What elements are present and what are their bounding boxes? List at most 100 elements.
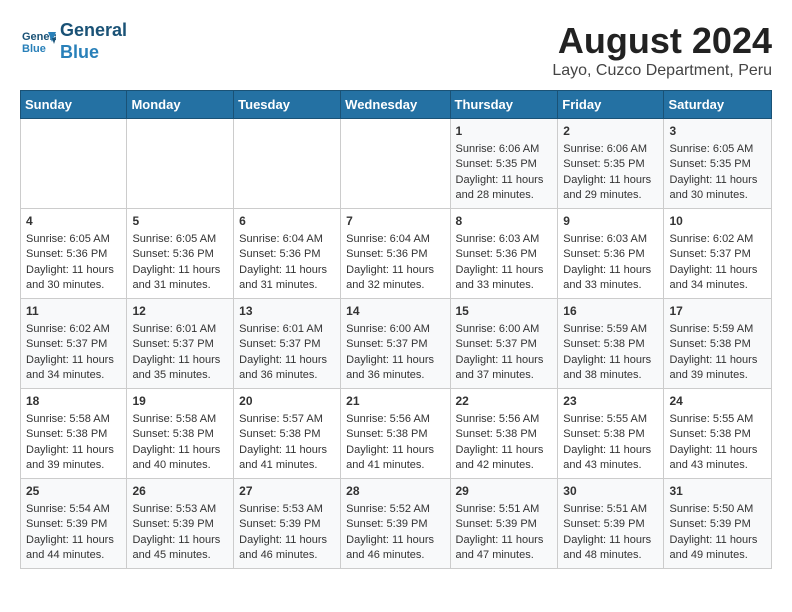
day-number: 23 <box>563 393 658 410</box>
day-info: Sunset: 5:37 PM <box>239 337 335 352</box>
day-info: Daylight: 11 hours <box>669 443 766 458</box>
day-info: Daylight: 11 hours <box>26 443 121 458</box>
day-info: and 43 minutes. <box>669 458 766 473</box>
day-info: Sunrise: 6:01 AM <box>239 322 335 337</box>
day-number: 1 <box>456 123 553 140</box>
day-number: 26 <box>132 483 228 500</box>
day-number: 13 <box>239 303 335 320</box>
day-info: Sunset: 5:39 PM <box>346 517 444 532</box>
day-info: Daylight: 11 hours <box>346 263 444 278</box>
day-info: and 30 minutes. <box>26 278 121 293</box>
calendar-cell: 26Sunrise: 5:53 AMSunset: 5:39 PMDayligh… <box>127 479 234 569</box>
day-info: and 36 minutes. <box>239 368 335 383</box>
day-info: Sunset: 5:37 PM <box>26 337 121 352</box>
day-number: 5 <box>132 213 228 230</box>
calendar-cell: 12Sunrise: 6:01 AMSunset: 5:37 PMDayligh… <box>127 299 234 389</box>
day-info: and 31 minutes. <box>132 278 228 293</box>
day-info: Daylight: 11 hours <box>26 353 121 368</box>
calendar-week-row: 11Sunrise: 6:02 AMSunset: 5:37 PMDayligh… <box>21 299 772 389</box>
day-info: Sunset: 5:38 PM <box>239 427 335 442</box>
day-number: 31 <box>669 483 766 500</box>
day-header-thursday: Thursday <box>450 91 558 119</box>
calendar-header-row: SundayMondayTuesdayWednesdayThursdayFrid… <box>21 91 772 119</box>
calendar-cell: 22Sunrise: 5:56 AMSunset: 5:38 PMDayligh… <box>450 389 558 479</box>
day-info: and 34 minutes. <box>669 278 766 293</box>
day-info: Sunrise: 6:00 AM <box>346 322 444 337</box>
day-info: and 39 minutes. <box>26 458 121 473</box>
day-info: Sunrise: 5:55 AM <box>669 412 766 427</box>
calendar-table: SundayMondayTuesdayWednesdayThursdayFrid… <box>20 90 772 569</box>
day-info: Daylight: 11 hours <box>346 533 444 548</box>
day-info: Sunset: 5:35 PM <box>669 157 766 172</box>
calendar-cell: 16Sunrise: 5:59 AMSunset: 5:38 PMDayligh… <box>558 299 664 389</box>
day-info: Daylight: 11 hours <box>563 263 658 278</box>
day-info: and 28 minutes. <box>456 188 553 203</box>
calendar-cell: 13Sunrise: 6:01 AMSunset: 5:37 PMDayligh… <box>234 299 341 389</box>
calendar-cell: 17Sunrise: 5:59 AMSunset: 5:38 PMDayligh… <box>664 299 772 389</box>
day-info: Daylight: 11 hours <box>132 353 228 368</box>
page-header: General Blue General Blue August 2024 La… <box>20 20 772 80</box>
day-info: Daylight: 11 hours <box>669 533 766 548</box>
day-info: Sunrise: 6:00 AM <box>456 322 553 337</box>
calendar-cell: 19Sunrise: 5:58 AMSunset: 5:38 PMDayligh… <box>127 389 234 479</box>
calendar-cell: 7Sunrise: 6:04 AMSunset: 5:36 PMDaylight… <box>341 209 450 299</box>
day-info: Sunset: 5:37 PM <box>456 337 553 352</box>
day-info: and 43 minutes. <box>563 458 658 473</box>
calendar-cell: 8Sunrise: 6:03 AMSunset: 5:36 PMDaylight… <box>450 209 558 299</box>
day-number: 30 <box>563 483 658 500</box>
day-info: and 36 minutes. <box>346 368 444 383</box>
day-info: Sunrise: 5:55 AM <box>563 412 658 427</box>
day-info: Sunrise: 6:05 AM <box>132 232 228 247</box>
calendar-body: 1Sunrise: 6:06 AMSunset: 5:35 PMDaylight… <box>21 119 772 569</box>
day-header-monday: Monday <box>127 91 234 119</box>
day-info: and 45 minutes. <box>132 548 228 563</box>
calendar-cell: 25Sunrise: 5:54 AMSunset: 5:39 PMDayligh… <box>21 479 127 569</box>
day-info: Sunrise: 6:04 AM <box>239 232 335 247</box>
day-info: Sunrise: 6:04 AM <box>346 232 444 247</box>
logo-icon: General Blue <box>20 24 56 60</box>
day-info: and 49 minutes. <box>669 548 766 563</box>
day-info: Sunset: 5:38 PM <box>563 337 658 352</box>
calendar-cell: 30Sunrise: 5:51 AMSunset: 5:39 PMDayligh… <box>558 479 664 569</box>
day-info: Daylight: 11 hours <box>456 263 553 278</box>
day-info: Daylight: 11 hours <box>669 353 766 368</box>
day-info: Sunrise: 5:59 AM <box>563 322 658 337</box>
day-info: and 46 minutes. <box>346 548 444 563</box>
day-info: Sunset: 5:38 PM <box>669 427 766 442</box>
day-info: and 38 minutes. <box>563 368 658 383</box>
day-info: Daylight: 11 hours <box>563 353 658 368</box>
day-info: Daylight: 11 hours <box>132 533 228 548</box>
day-number: 22 <box>456 393 553 410</box>
day-info: Sunrise: 6:02 AM <box>26 322 121 337</box>
day-info: Sunset: 5:36 PM <box>563 247 658 262</box>
day-info: Sunset: 5:37 PM <box>669 247 766 262</box>
day-info: Daylight: 11 hours <box>456 443 553 458</box>
day-info: Daylight: 11 hours <box>456 533 553 548</box>
day-header-sunday: Sunday <box>21 91 127 119</box>
calendar-cell <box>127 119 234 209</box>
calendar-cell <box>234 119 341 209</box>
day-number: 21 <box>346 393 444 410</box>
day-info: Sunrise: 5:50 AM <box>669 502 766 517</box>
day-info: and 39 minutes. <box>669 368 766 383</box>
page-subtitle: Layo, Cuzco Department, Peru <box>552 62 772 80</box>
day-info: Sunrise: 5:56 AM <box>346 412 444 427</box>
logo-blue: Blue <box>60 42 127 64</box>
day-info: and 41 minutes. <box>239 458 335 473</box>
day-info: and 46 minutes. <box>239 548 335 563</box>
day-info: Sunset: 5:35 PM <box>456 157 553 172</box>
calendar-cell: 23Sunrise: 5:55 AMSunset: 5:38 PMDayligh… <box>558 389 664 479</box>
day-info: Daylight: 11 hours <box>346 353 444 368</box>
day-number: 4 <box>26 213 121 230</box>
day-info: and 30 minutes. <box>669 188 766 203</box>
day-number: 29 <box>456 483 553 500</box>
day-info: Sunrise: 5:52 AM <box>346 502 444 517</box>
day-info: Sunrise: 6:03 AM <box>563 232 658 247</box>
day-number: 12 <box>132 303 228 320</box>
day-info: Sunrise: 5:51 AM <box>563 502 658 517</box>
day-info: and 33 minutes. <box>563 278 658 293</box>
day-info: Sunrise: 6:06 AM <box>456 142 553 157</box>
calendar-cell: 2Sunrise: 6:06 AMSunset: 5:35 PMDaylight… <box>558 119 664 209</box>
day-info: Sunset: 5:37 PM <box>132 337 228 352</box>
day-number: 18 <box>26 393 121 410</box>
